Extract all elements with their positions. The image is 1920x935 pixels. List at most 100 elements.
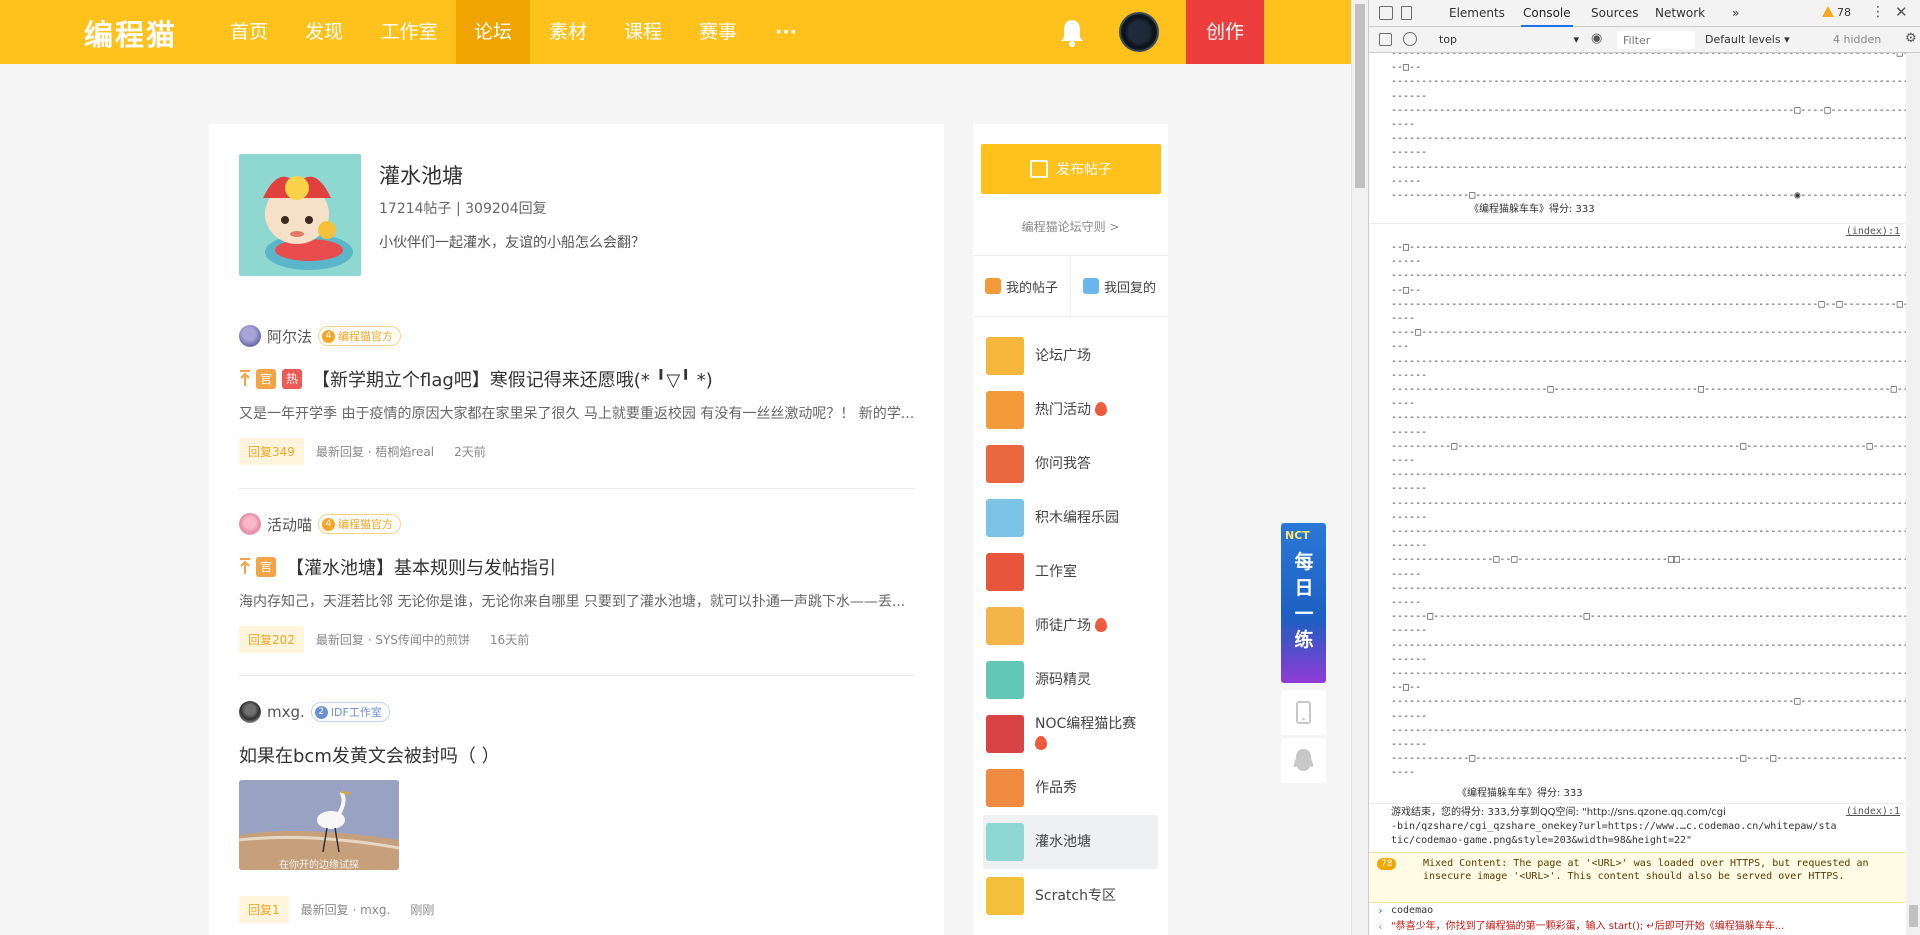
customize-menu-icon[interactable]: ⋮: [1871, 4, 1885, 20]
page-scrollbar-thumb[interactable]: [1355, 4, 1365, 188]
nav-materials[interactable]: 素材: [541, 0, 595, 64]
sidebar-toggle-icon[interactable]: [1379, 33, 1392, 46]
pin-icon: [240, 558, 250, 574]
console-log-line: ----------------------------------------…: [1391, 355, 1906, 367]
author-name[interactable]: 阿尔法: [267, 326, 312, 347]
post-item[interactable]: 阿尔法 4 编程猫官方 官 热 【新学期立个flag吧】寒假记得来还愿哦(* ╹▽…: [239, 324, 915, 465]
nav-courses[interactable]: 课程: [616, 0, 670, 64]
mobile-app-button[interactable]: [1281, 690, 1326, 735]
console-log-line: --□--: [1391, 62, 1422, 74]
more-tabs-button[interactable]: »: [1730, 0, 1741, 27]
console-log-line: --□-------------------------------------…: [1391, 242, 1906, 253]
site-logo[interactable]: 编程猫: [84, 12, 177, 54]
author-name[interactable]: mxg.: [267, 703, 305, 721]
author-avatar[interactable]: [239, 701, 261, 723]
inspect-element-icon[interactable]: [1379, 6, 1393, 20]
console-result-line[interactable]: -bin/qzshare/cgi_qzshare_onekey?url=http…: [1391, 820, 1837, 834]
author-avatar[interactable]: [239, 325, 261, 347]
category-noc-contest[interactable]: NOC编程猫比赛: [983, 707, 1158, 761]
console-filter-input[interactable]: [1617, 31, 1695, 49]
post-title[interactable]: 【灌水池塘】基本规则与发帖指引: [286, 554, 556, 580]
console-log-line: -----: [1391, 568, 1422, 580]
category-hot-events[interactable]: 热门活动: [983, 383, 1158, 437]
post-excerpt[interactable]: 又是一年开学季 由于疫情的原因大家都在家里呆了很久 马上就要重返校园 有没有一丝…: [239, 403, 915, 423]
console-settings-gear-icon[interactable]: ⚙: [1905, 31, 1917, 46]
category-label: 论坛广场: [1035, 348, 1091, 364]
console-log-line: ----□-----------------------------------…: [1391, 327, 1906, 339]
post-item[interactable]: mxg. 2IDF工作室 如果在bcm发黄文会被封吗（ ） 在你开的边缘试探: [239, 700, 915, 930]
log-levels-dropdown[interactable]: Default levels ▾: [1705, 31, 1790, 49]
console-source-link[interactable]: (index):1: [1846, 806, 1900, 817]
category-qa[interactable]: 你问我答: [983, 437, 1158, 491]
console-log-line: ----------------------------------------…: [1391, 582, 1906, 594]
category-forum-square[interactable]: 论坛广场: [983, 329, 1158, 383]
console-result-line[interactable]: 游戏结束，您的得分: 333,分享到QQ空间: "http://sns.qzon…: [1391, 806, 1726, 820]
post-title[interactable]: 【新学期立个flag吧】寒假记得来还愿哦(* ╹▽╹ *): [312, 366, 713, 392]
daily-practice-ad[interactable]: NCT 每日一练: [1281, 523, 1326, 683]
device-toolbar-icon[interactable]: [1401, 6, 1412, 20]
category-studio[interactable]: 工作室: [983, 545, 1158, 599]
create-button[interactable]: 创作: [1186, 0, 1264, 64]
post-author[interactable]: 活动喵 4 编程猫官方: [239, 512, 402, 536]
author-avatar[interactable]: [239, 513, 261, 535]
category-icon: [986, 715, 1024, 753]
qq-contact-button[interactable]: [1281, 738, 1326, 783]
post-author[interactable]: mxg. 2 IDF工作室: [239, 700, 390, 724]
warning-counter[interactable]: 78: [1822, 6, 1851, 19]
console-log-line: ------: [1391, 483, 1428, 495]
post-title-row[interactable]: 如果在bcm发黄文会被封吗（ ）: [239, 742, 500, 768]
category-icon: [986, 877, 1024, 915]
publish-post-button[interactable]: 发布帖子: [981, 144, 1161, 194]
forum-sidebar: 发布帖子 编程猫论坛守则 > 我的帖子 我回复的 论坛广场 热门活动 你问我答: [973, 124, 1168, 935]
notification-bell-icon[interactable]: [1058, 17, 1086, 47]
clear-console-icon[interactable]: [1403, 32, 1417, 46]
page-scrollbar[interactable]: [1351, 0, 1368, 935]
forum-rules-link[interactable]: 编程猫论坛守则 >: [973, 218, 1168, 235]
nav-more[interactable]: ···: [764, 0, 808, 64]
author-name[interactable]: 活动喵: [267, 514, 312, 535]
latest-reply: 最新回复 · 梧桐焰real: [315, 444, 435, 459]
console-log-line: ------: [1391, 540, 1428, 552]
console-source-link[interactable]: (index):1: [1846, 226, 1900, 237]
nav-discover[interactable]: 发现: [297, 0, 351, 64]
post-title[interactable]: 如果在bcm发黄文会被封吗（ ）: [239, 742, 500, 768]
console-scrollbar-thumb[interactable]: [1909, 905, 1918, 927]
post-meta: 回复202 最新回复 · SYS传闻中的煎饼 16天前: [239, 625, 549, 653]
close-devtools-icon[interactable]: ✕: [1895, 3, 1908, 21]
console-warning-message[interactable]: 78 Mixed Content: The page at '<URL>' wa…: [1369, 852, 1906, 903]
forum-main-column: 灌水池塘 17214帖子 | 309204回复 小伙伴们一起灌水，友谊的小船怎么…: [209, 124, 944, 935]
tab-sources[interactable]: Sources: [1589, 0, 1640, 27]
post-excerpt[interactable]: 海内存知己，天涯若比邻 无论你是谁，无论你来自哪里 只要到了灌水池塘，就可以扑通…: [239, 591, 915, 611]
post-item[interactable]: 活动喵 4 编程猫官方 官 【灌水池塘】基本规则与发帖指引 海内存知己，天涯若比邻…: [239, 512, 915, 653]
my-posts-tab[interactable]: 我的帖子: [973, 256, 1070, 316]
badge-label: 编程猫官方: [338, 330, 394, 343]
nav-forum[interactable]: 论坛: [456, 0, 530, 64]
console-result-line[interactable]: tic/codemao-game.png&style=203&width=98&…: [1391, 834, 1692, 848]
tab-console[interactable]: Console: [1521, 0, 1573, 27]
my-replies-tab[interactable]: 我回复的: [1070, 256, 1168, 316]
category-block-coding[interactable]: 积木编程乐园: [983, 491, 1158, 545]
tab-elements[interactable]: Elements: [1447, 0, 1507, 27]
category-mentor-square[interactable]: 师徒广场: [983, 599, 1158, 653]
post-title-row[interactable]: 官 热 【新学期立个flag吧】寒假记得来还愿哦(* ╹▽╹ *): [239, 366, 713, 392]
category-icon: [986, 391, 1024, 429]
post-author[interactable]: 阿尔法 4 编程猫官方: [239, 324, 402, 348]
console-log-line: ------: [1391, 710, 1428, 722]
category-water-pond[interactable]: 灌水池塘: [983, 815, 1158, 869]
user-avatar[interactable]: [1119, 12, 1159, 52]
board-header: 灌水池塘 17214帖子 | 309204回复 小伙伴们一起灌水，友谊的小船怎么…: [239, 154, 919, 276]
console-scrollbar[interactable]: [1906, 53, 1920, 935]
tab-network[interactable]: Network: [1653, 0, 1707, 27]
console-result-output: ‹ "恭喜少年，你找到了编程猫的第一颗彩蛋，输入 start(); ↵后即可开始…: [1369, 919, 1906, 935]
category-source-code[interactable]: 源码精灵: [983, 653, 1158, 707]
nav-contests[interactable]: 赛事: [691, 0, 745, 64]
category-scratch[interactable]: Scratch专区: [983, 869, 1158, 923]
nav-studio[interactable]: 工作室: [372, 0, 446, 64]
post-thumbnail[interactable]: 在你开的边缘试探: [239, 780, 399, 870]
post-title-row[interactable]: 官 【灌水池塘】基本规则与发帖指引: [239, 554, 556, 580]
context-selector[interactable]: top ▾: [1435, 31, 1585, 49]
nav-home[interactable]: 首页: [222, 0, 276, 64]
category-showcase[interactable]: 作品秀: [983, 761, 1158, 815]
live-expression-eye-icon[interactable]: ◉: [1591, 31, 1602, 46]
hidden-messages-count: 4 hidden: [1833, 33, 1882, 46]
